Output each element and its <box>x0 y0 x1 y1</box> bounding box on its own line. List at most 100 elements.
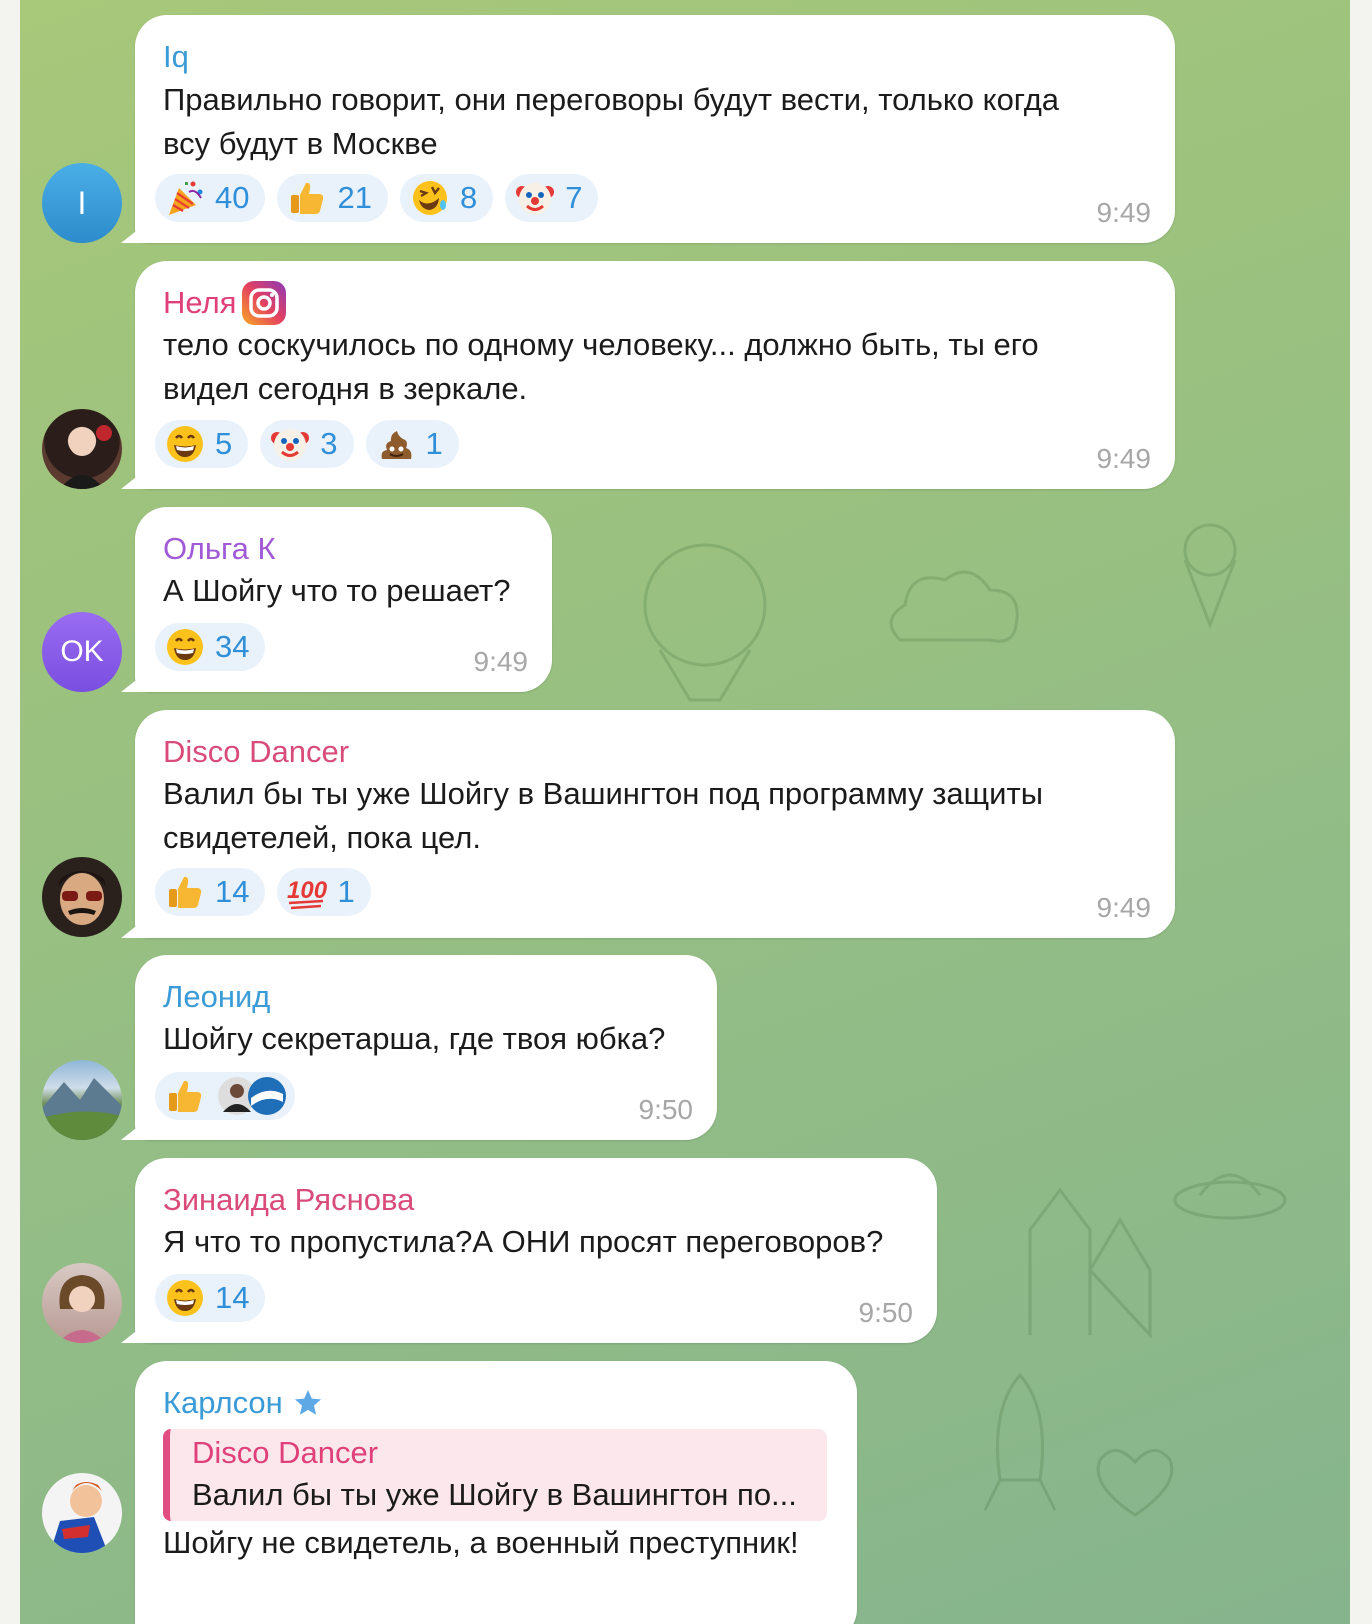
chat-background: I Iq Правильно говорит, они переговоры б… <box>20 0 1350 1624</box>
author-name: Карлсон <box>163 1385 283 1420</box>
bubble-tail <box>121 670 149 692</box>
reaction-grin[interactable]: 5 <box>155 420 249 468</box>
rofl-icon <box>410 178 450 218</box>
message-time: 9:49 <box>1096 443 1152 474</box>
message-line: тело соскучилось по одному человеку... д… <box>163 327 1039 362</box>
photo-avatar-cartoon-icon <box>50 1482 108 1553</box>
message-time: 9:50 <box>858 1297 914 1328</box>
party-popper-icon <box>165 178 205 218</box>
avatar[interactable] <box>42 857 122 937</box>
doodle-icecream-icon <box>1183 523 1237 630</box>
reactions: 40 21 8 7 <box>155 174 599 222</box>
message-time: 9:50 <box>638 1094 694 1125</box>
reaction-count: 14 <box>215 874 250 909</box>
clown-icon <box>515 178 555 218</box>
doodle-rocket-icon <box>983 1372 1057 1511</box>
doodle-castle-icon <box>1028 1187 1152 1339</box>
message-bubble[interactable]: Iq Правильно говорит, они переговоры буд… <box>121 15 1175 243</box>
reactions <box>155 1072 295 1120</box>
message-time: 9:49 <box>1096 892 1152 923</box>
doodle-ufo-icon <box>1173 1173 1287 1220</box>
reply-text: Валил бы ты уже Шойгу в Вашингтон по... <box>192 1477 797 1512</box>
grin-icon <box>165 424 205 464</box>
reaction-count: 8 <box>459 180 478 215</box>
message-text: тело соскучилось по одному человеку... д… <box>163 323 1039 411</box>
message-line: Я что то пропустила?А ОНИ просят перегов… <box>163 1224 884 1259</box>
message-bubble[interactable]: Леонид Шойгу секретарша, где твоя юбка? … <box>121 955 717 1140</box>
message-line: всу будут в Москве <box>163 126 438 161</box>
reaction-thumbs-up[interactable] <box>155 1072 295 1120</box>
poop-icon <box>376 424 416 464</box>
message-bubble[interactable]: Disco Dancer Валил бы ты уже Шойгу в Ваш… <box>121 710 1175 938</box>
message-text: Шойгу не свидетель, а военный преступник… <box>163 1521 799 1565</box>
message-line: Валил бы ты уже Шойгу в Вашингтон под пр… <box>163 776 1043 811</box>
reaction-count: 34 <box>215 629 250 664</box>
doodle-heart-icon <box>1096 1449 1174 1517</box>
photo-avatar-woman-2-icon <box>58 1275 106 1343</box>
message-bubble[interactable]: Неля тело соскучилось по одному человеку… <box>121 261 1175 489</box>
message-time: 9:49 <box>473 646 529 677</box>
instagram-icon <box>242 281 287 325</box>
message-bubble[interactable]: Зинаида Ряснова Я что то пропустила?А ОН… <box>121 1158 937 1343</box>
message-text: Я что то пропустила?А ОНИ просят перегов… <box>163 1220 883 1264</box>
reaction-clown[interactable]: 7 <box>505 174 599 222</box>
message-text: Правильно говорит, они переговоры будут … <box>163 78 1059 166</box>
reply-quote[interactable]: Disco Dancer Валил бы ты уже Шойгу в Ваш… <box>163 1429 827 1521</box>
reaction-poop[interactable]: 1 <box>365 420 459 468</box>
message-author[interactable]: Ольга К <box>163 531 276 567</box>
author-name: Неля <box>163 285 237 320</box>
avatar-initials: OK <box>60 635 104 668</box>
thumbs-up-icon <box>165 1076 205 1116</box>
reaction-count: 14 <box>215 1280 250 1315</box>
hundred-icon <box>287 872 327 912</box>
message-line: Шойгу секретарша, где твоя юбка? <box>163 1021 666 1056</box>
avatar-initials: I <box>77 184 87 221</box>
message-author[interactable]: Карлсон <box>163 1385 323 1421</box>
reaction-party[interactable]: 40 <box>155 174 266 222</box>
avatar[interactable] <box>42 1473 122 1553</box>
message-author[interactable]: Disco Dancer <box>163 734 349 770</box>
avatar[interactable] <box>42 1060 122 1140</box>
reaction-hundred[interactable]: 1 <box>277 868 371 916</box>
avatar[interactable]: OK <box>42 612 122 692</box>
reaction-thumbs-up[interactable]: 14 <box>155 868 266 916</box>
thumbs-up-icon <box>287 178 327 218</box>
photo-avatar-woman-icon <box>60 425 112 489</box>
reactions: 5 3 1 <box>155 420 459 468</box>
reactions: 14 1 <box>155 868 371 916</box>
reaction-count: 21 <box>337 180 372 215</box>
doodle-balloon-icon <box>643 543 767 702</box>
clown-icon <box>270 424 310 464</box>
reaction-grin[interactable]: 34 <box>155 623 266 671</box>
message-author[interactable]: Леонид <box>163 979 270 1015</box>
message-author[interactable]: Iq <box>163 39 189 75</box>
bubble-tail <box>121 467 149 489</box>
reaction-count: 3 <box>320 426 338 461</box>
grin-icon <box>165 627 205 667</box>
message-line: Шойгу не свидетель, а военный преступник… <box>163 1525 799 1560</box>
reaction-thumbs-up[interactable]: 21 <box>277 174 388 222</box>
reaction-rofl[interactable]: 8 <box>399 174 494 222</box>
message-line: А Шойгу что то решает? <box>163 573 511 608</box>
reaction-count: 5 <box>215 426 233 461</box>
message-bubble[interactable]: Карлсон Disco Dancer Валил бы ты уже Шой… <box>121 1361 857 1624</box>
avatar[interactable] <box>42 1263 122 1343</box>
reactor-avatars <box>217 1076 287 1116</box>
reaction-grin[interactable]: 14 <box>155 1274 266 1322</box>
bubble-tail <box>121 1321 149 1343</box>
star-icon <box>294 1390 321 1415</box>
reaction-clown[interactable]: 3 <box>260 420 354 468</box>
avatar[interactable]: I <box>42 163 122 243</box>
avatar[interactable] <box>42 409 122 489</box>
message-line: видел сегодня в зеркале. <box>163 371 528 406</box>
thumbs-up-icon <box>165 872 205 912</box>
reactions: 14 <box>155 1274 266 1322</box>
photo-avatar-mountains-icon <box>42 1078 122 1140</box>
reaction-count: 1 <box>337 874 355 909</box>
bubble-tail <box>121 1619 149 1624</box>
message-author[interactable]: Зинаида Ряснова <box>163 1182 414 1218</box>
message-author[interactable]: Неля <box>163 279 288 327</box>
reactor-avatar-icon <box>248 1077 286 1115</box>
message-bubble[interactable]: Ольга К А Шойгу что то решает? 34 9:49 <box>121 507 552 692</box>
message-text: Шойгу секретарша, где твоя юбка? <box>163 1017 665 1061</box>
